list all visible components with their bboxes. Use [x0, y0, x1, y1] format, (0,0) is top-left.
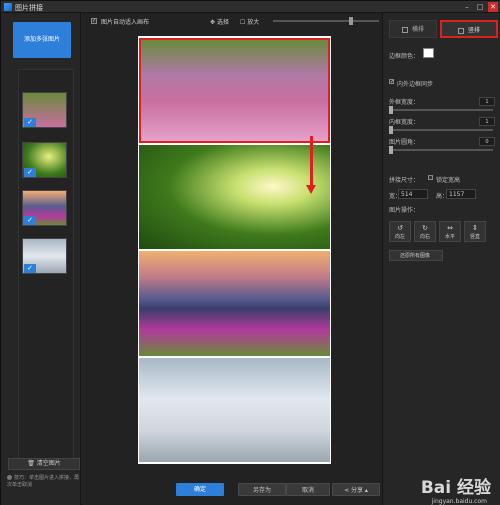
- stitch-canvas[interactable]: [138, 36, 331, 464]
- size-label: 拼接尺寸：: [389, 177, 420, 184]
- drag-arrow-line: [310, 136, 313, 188]
- close-button[interactable]: ✕: [488, 2, 498, 12]
- thumbnail-1[interactable]: ✓: [22, 92, 67, 128]
- rotate-right-label: 向右: [419, 234, 430, 240]
- window-title: 图片拼接: [15, 4, 43, 12]
- zoom-label: 放大: [247, 19, 260, 26]
- main-window: 图片拼接 – □ ✕ 添加多张图片 ✓ ✓ ✓ ✓ 🗑 清空图片 技巧：单击图片…: [0, 0, 500, 505]
- lock-ratio-label: 锁定宽高: [436, 177, 461, 184]
- image-3-mountain-flowers[interactable]: [139, 251, 330, 356]
- tab-horizontal[interactable]: 横排: [389, 20, 437, 38]
- share-button[interactable]: ⋖ 分享 ▴: [332, 483, 380, 496]
- trash-icon: 🗑: [27, 460, 37, 467]
- height-input[interactable]: 1157: [446, 189, 476, 199]
- tab-vertical[interactable]: 竖排: [440, 20, 498, 38]
- drag-arrow-head-icon: [306, 185, 316, 194]
- check-icon: ✓: [24, 168, 36, 177]
- thumbnail-2[interactable]: ✓: [22, 142, 67, 178]
- outer-width-input[interactable]: 1: [479, 97, 495, 106]
- left-sidebar: 添加多张图片 ✓ ✓ ✓ ✓ 🗑 清空图片 技巧：单击图片进入拼接，再次单击取消: [1, 13, 81, 505]
- outer-width-slider[interactable]: [389, 106, 493, 114]
- save-as-button[interactable]: 另存为: [238, 483, 286, 496]
- flip-horizontal-label: 水平: [444, 234, 455, 240]
- horizontal-layout-icon: [401, 26, 408, 33]
- flip-vertical-button[interactable]: ⇕ 竖直: [464, 221, 486, 242]
- cancel-button[interactable]: 取消: [286, 483, 330, 496]
- thumbnail-3[interactable]: ✓: [22, 190, 67, 226]
- vertical-layout-icon: [457, 27, 464, 34]
- check-icon: ✓: [24, 216, 36, 225]
- zoom-slider[interactable]: [273, 17, 379, 25]
- inner-width-label: 内框宽度：: [389, 119, 420, 126]
- clear-images-label: 清空图片: [36, 460, 61, 467]
- thumbnail-list[interactable]: ✓ ✓ ✓ ✓: [18, 69, 74, 459]
- share-label: 分享: [351, 487, 364, 494]
- check-icon: ✓: [24, 118, 36, 127]
- minimize-button[interactable]: –: [462, 2, 472, 12]
- rotate-left-icon: ↺: [397, 224, 403, 232]
- inner-width-slider[interactable]: [389, 126, 493, 134]
- rotate-right-button[interactable]: ↻ 向右: [414, 221, 436, 242]
- zoom-slider-knob[interactable]: [349, 17, 353, 25]
- title-bar: 图片拼接 – □ ✕: [1, 1, 500, 13]
- select-icon: ✥: [210, 19, 217, 26]
- select-tool[interactable]: ✥ 选择: [210, 17, 229, 26]
- tab-horizontal-label: 横排: [411, 26, 424, 33]
- outer-width-knob[interactable]: [389, 106, 393, 114]
- tip-label: 技巧：单击图片进入拼接，再次单击取消: [7, 475, 80, 488]
- rotate-right-icon: ↻: [422, 224, 428, 232]
- select-label: 选择: [216, 19, 229, 26]
- share-icon: ⋖: [344, 487, 351, 494]
- border-color-swatch[interactable]: [423, 48, 434, 58]
- border-color-label: 边框颜色：: [389, 53, 420, 60]
- corner-radius-input[interactable]: 0: [479, 137, 495, 146]
- width-input[interactable]: 514: [398, 189, 428, 199]
- canvas-area: ✓ 图片自动适入画布 ✥ 选择 ☐ 放大 确定 另存为 取消 ⋖ 分享 ▴: [82, 13, 382, 505]
- sync-border-checkbox[interactable]: ✓: [389, 79, 394, 85]
- tip-text: 技巧：单击图片进入拼接，再次单击取消: [7, 475, 79, 489]
- flip-vertical-icon: ⇕: [472, 224, 478, 232]
- sync-border-label: 内外边框同步: [397, 81, 434, 88]
- check-icon: ✓: [24, 264, 36, 273]
- flip-vertical-label: 竖直: [469, 234, 480, 240]
- image-2-green-forest[interactable]: [139, 145, 330, 249]
- baidu-watermark: Bai 经验: [420, 478, 491, 498]
- inner-width-input[interactable]: 1: [479, 117, 495, 126]
- corner-radius-label: 图片圆角：: [389, 139, 420, 146]
- restore-all-button[interactable]: 还原所有图像: [389, 250, 443, 261]
- rotate-left-label: 向左: [394, 234, 405, 240]
- app-icon: [4, 3, 12, 11]
- outer-width-label: 外框宽度：: [389, 99, 420, 106]
- ok-button[interactable]: 确定: [176, 483, 224, 496]
- corner-radius-slider[interactable]: [389, 146, 493, 154]
- flip-horizontal-icon: ⇔: [447, 224, 453, 232]
- rotate-left-button[interactable]: ↺ 向左: [389, 221, 411, 242]
- restore-label: 还原所有图像: [400, 253, 431, 259]
- corner-radius-knob[interactable]: [389, 146, 393, 154]
- image-1-pink-forest[interactable]: [139, 38, 330, 143]
- auto-fit-checkbox[interactable]: ✓: [91, 18, 97, 24]
- thumbnail-4[interactable]: ✓: [22, 238, 67, 274]
- zoom-tool[interactable]: ☐ 放大: [240, 17, 259, 26]
- canvas-toolbar: ✓ 图片自动适入画布 ✥ 选择 ☐ 放大: [82, 13, 382, 29]
- clear-images-button[interactable]: 🗑 清空图片: [8, 458, 80, 470]
- chevron-up-icon: ▴: [363, 487, 368, 494]
- auto-fit-label: 图片自动适入画布: [101, 19, 150, 26]
- image-4-snow-park[interactable]: [139, 358, 330, 462]
- inner-width-knob[interactable]: [389, 126, 393, 134]
- maximize-button[interactable]: □: [475, 2, 485, 12]
- add-images-button[interactable]: 添加多张图片: [13, 22, 71, 58]
- right-panel: 横排 竖排 边框颜色： ✓ 内外边框同步 外框宽度： 1 内框宽度： 1 图片圆…: [382, 13, 500, 505]
- image-ops-label: 图片操作：: [389, 207, 420, 214]
- lock-ratio-checkbox[interactable]: [428, 175, 433, 180]
- tab-vertical-label: 竖排: [467, 27, 480, 34]
- baidu-watermark-url: jingyan.baidu.com: [431, 498, 487, 505]
- flip-horizontal-button[interactable]: ⇔ 水平: [439, 221, 461, 242]
- info-icon: [7, 475, 12, 480]
